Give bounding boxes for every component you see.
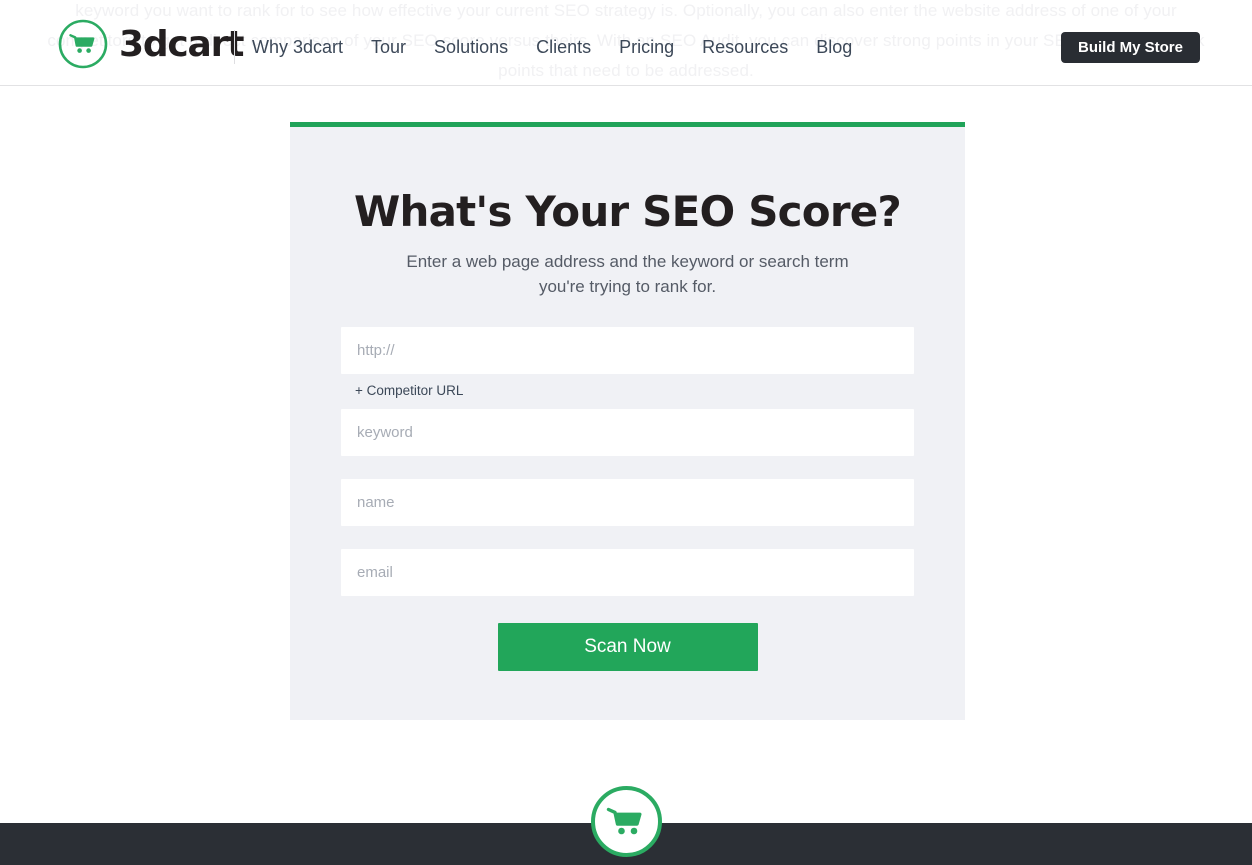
site-header: 3dcart Why 3dcart Tour Solutions Clients… — [0, 0, 1252, 86]
nav-item-solutions[interactable]: Solutions — [420, 33, 522, 61]
nav-item-tour[interactable]: Tour — [357, 33, 420, 61]
shopping-cart-icon — [591, 786, 662, 857]
add-competitor-url-link[interactable]: + Competitor URL — [355, 383, 463, 398]
seo-score-card: What's Your SEO Score? Enter a web page … — [290, 122, 965, 720]
brand-logo[interactable]: 3dcart — [58, 19, 244, 69]
keyword-input[interactable] — [341, 409, 914, 457]
shopping-cart-icon — [58, 19, 108, 69]
nav-item-resources[interactable]: Resources — [688, 33, 802, 61]
page-subtitle: Enter a web page address and the keyword… — [406, 252, 849, 297]
url-input[interactable] — [341, 327, 914, 375]
email-input[interactable] — [341, 549, 914, 597]
name-input[interactable] — [341, 479, 914, 527]
footer-cart-badge — [590, 785, 663, 858]
brand-wordmark: 3dcart — [119, 23, 244, 65]
nav-item-pricing[interactable]: Pricing — [605, 33, 688, 61]
scan-now-button[interactable]: Scan Now — [497, 623, 758, 672]
page-title: What's Your SEO Score? — [353, 187, 902, 236]
main-navigation: Why 3dcart Tour Solutions Clients Pricin… — [252, 33, 866, 61]
build-my-store-button[interactable]: Build My Store — [1060, 32, 1200, 63]
nav-item-why-3dcart[interactable]: Why 3dcart — [252, 33, 357, 61]
nav-divider — [234, 30, 235, 64]
field-spacer — [341, 456, 914, 479]
seo-scan-form: + Competitor URL Scan Now — [290, 327, 965, 672]
field-spacer — [341, 526, 914, 549]
nav-item-blog[interactable]: Blog — [802, 33, 866, 61]
nav-item-clients[interactable]: Clients — [522, 33, 605, 61]
